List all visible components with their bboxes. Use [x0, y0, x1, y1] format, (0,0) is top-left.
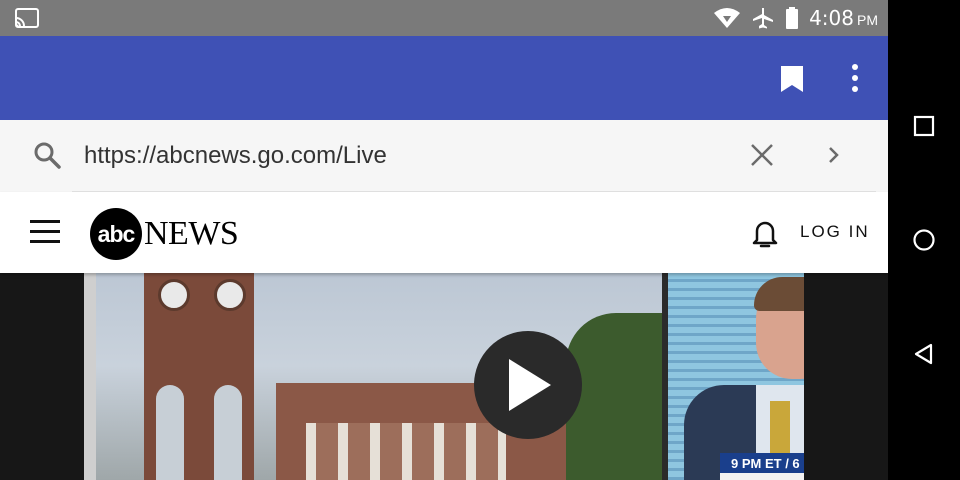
clear-icon[interactable]: [749, 142, 775, 168]
status-time: 4:08 PM: [809, 6, 878, 30]
video-player[interactable]: 9 PM ET / 6 PM PT: [84, 273, 804, 480]
system-nav-bar: [888, 0, 960, 480]
play-icon: [509, 359, 551, 411]
home-circle-icon[interactable]: [912, 228, 936, 252]
clock-tower: [144, 273, 254, 480]
wifi-icon: [714, 8, 741, 28]
login-link[interactable]: LOG IN: [800, 222, 870, 242]
app-bar: [0, 36, 888, 120]
menu-icon[interactable]: [30, 220, 60, 244]
logo-news-text: NEWS: [144, 215, 239, 252]
url-bar: https://abcnews.go.com/Live: [0, 120, 888, 192]
back-triangle-icon[interactable]: [912, 342, 936, 366]
abc-news-logo[interactable]: abc NEWS: [90, 208, 239, 260]
status-bar: 4:08 PM: [0, 0, 888, 36]
chevron-right-icon[interactable]: [824, 142, 844, 168]
logo-circle: abc: [90, 208, 142, 260]
bell-icon[interactable]: [748, 216, 782, 250]
cast-icon: [15, 8, 39, 28]
ticker-bar: [720, 473, 804, 480]
lower-third: 9 PM ET / 6 PM PT: [720, 453, 804, 473]
bookmark-icon[interactable]: [779, 64, 805, 94]
airplane-icon: [753, 8, 774, 29]
more-vert-icon[interactable]: [845, 62, 865, 94]
site-header: abc NEWS LOG IN: [0, 192, 888, 273]
page-content: 9 PM ET / 6 PM PT: [0, 273, 888, 480]
play-button[interactable]: [474, 331, 582, 439]
url-input[interactable]: https://abcnews.go.com/Live: [84, 142, 387, 170]
browser-screen: 4:08 PM https://abcnews.go.com/Live abc …: [0, 0, 888, 480]
recents-square-icon[interactable]: [912, 114, 936, 138]
battery-icon: [786, 7, 799, 29]
search-icon[interactable]: [32, 140, 62, 170]
